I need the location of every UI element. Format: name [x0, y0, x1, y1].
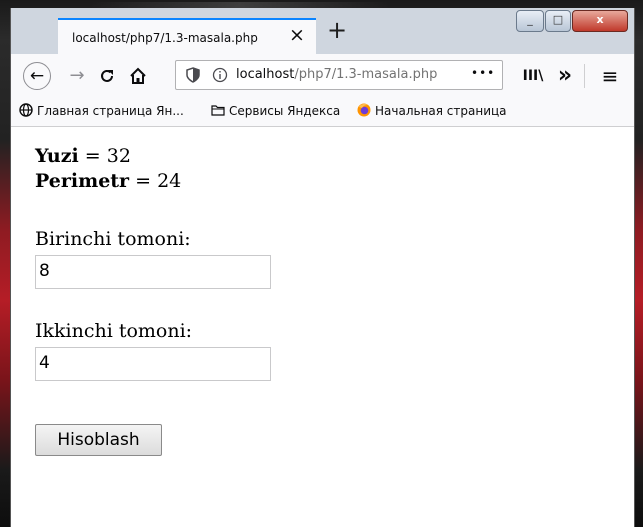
firefox-icon [357, 103, 371, 117]
back-arrow-icon: ← [29, 66, 45, 86]
url-text: localhost/php7/1.3-masala.php [236, 67, 437, 82]
bookmark-item-yandex-home[interactable]: Главная страница Ян... [19, 103, 184, 118]
maximize-button[interactable]: □ [545, 10, 571, 32]
main-menu-button[interactable]: ≡ [596, 62, 624, 90]
first-side-value: 8 [39, 261, 50, 281]
second-side-input[interactable]: 4 [35, 347, 271, 381]
home-icon [130, 67, 146, 84]
bookmark-label: Сервисы Яндекса [229, 104, 341, 118]
reload-button[interactable] [93, 62, 121, 90]
back-button[interactable]: ← [23, 62, 51, 90]
calculate-button[interactable]: Hisoblash [35, 424, 162, 456]
page-actions-menu[interactable]: ••• [471, 66, 495, 80]
browser-window: localhost/php7/1.3-masala.php × + _ □ x … [10, 8, 635, 527]
tab-active[interactable]: localhost/php7/1.3-masala.php × [58, 18, 316, 54]
second-side-label: Ikkinchi tomoni: [35, 320, 193, 342]
page-content: Yuzi = 32 Perimetr = 24 Birinchi tomoni:… [11, 127, 634, 527]
first-side-label: Birinchi tomoni: [35, 228, 191, 250]
close-window-button[interactable]: x [572, 10, 628, 32]
area-label: Yuzi [35, 145, 79, 167]
library-icon: III\ [522, 68, 544, 84]
bookmark-item-yandex-services[interactable]: Сервисы Яндекса [211, 103, 340, 118]
tab-close-icon[interactable]: × [287, 25, 307, 45]
forward-arrow-icon: → [69, 65, 85, 86]
second-side-value: 4 [39, 353, 50, 373]
tracking-shield-icon [186, 67, 200, 83]
bookmark-item-start-page[interactable]: Начальная страница [357, 103, 507, 118]
bookmark-label: Главная страница Ян... [37, 104, 184, 118]
tab-strip: localhost/php7/1.3-masala.php × + _ □ x [11, 8, 634, 54]
globe-icon [19, 103, 33, 117]
perimeter-result: Perimetr = 24 [35, 170, 181, 192]
perimeter-value: = 24 [135, 170, 182, 192]
hamburger-menu-icon: ≡ [601, 64, 619, 88]
url-host: localhost [236, 67, 295, 82]
library-button[interactable]: III\ [519, 62, 547, 90]
area-value: = 32 [84, 145, 131, 167]
forward-button[interactable]: → [63, 62, 91, 90]
url-path: /php7/1.3-masala.php [294, 67, 438, 82]
home-button[interactable] [124, 62, 152, 90]
bookmark-label: Начальная страница [375, 104, 507, 118]
first-side-input[interactable]: 8 [35, 255, 271, 289]
minimize-button[interactable]: _ [516, 10, 544, 32]
perimeter-label: Perimetr [35, 170, 130, 192]
site-info-icon[interactable] [212, 67, 228, 83]
navigation-toolbar: ← → localhost/php7/1.3-masala.php ••• II… [11, 54, 634, 98]
area-result: Yuzi = 32 [35, 145, 131, 167]
reload-icon [101, 69, 113, 82]
new-tab-button[interactable]: + [324, 18, 350, 44]
overflow-menu-button[interactable]: » [551, 62, 579, 90]
chevron-double-right-icon: » [557, 63, 573, 88]
address-bar[interactable]: localhost/php7/1.3-masala.php ••• [175, 60, 503, 90]
folder-icon [211, 105, 225, 116]
bookmarks-toolbar: Главная страница Ян... Сервисы Яндекса Н… [11, 98, 634, 127]
toolbar-separator [584, 64, 585, 88]
tab-title: localhost/php7/1.3-masala.php [72, 31, 258, 45]
